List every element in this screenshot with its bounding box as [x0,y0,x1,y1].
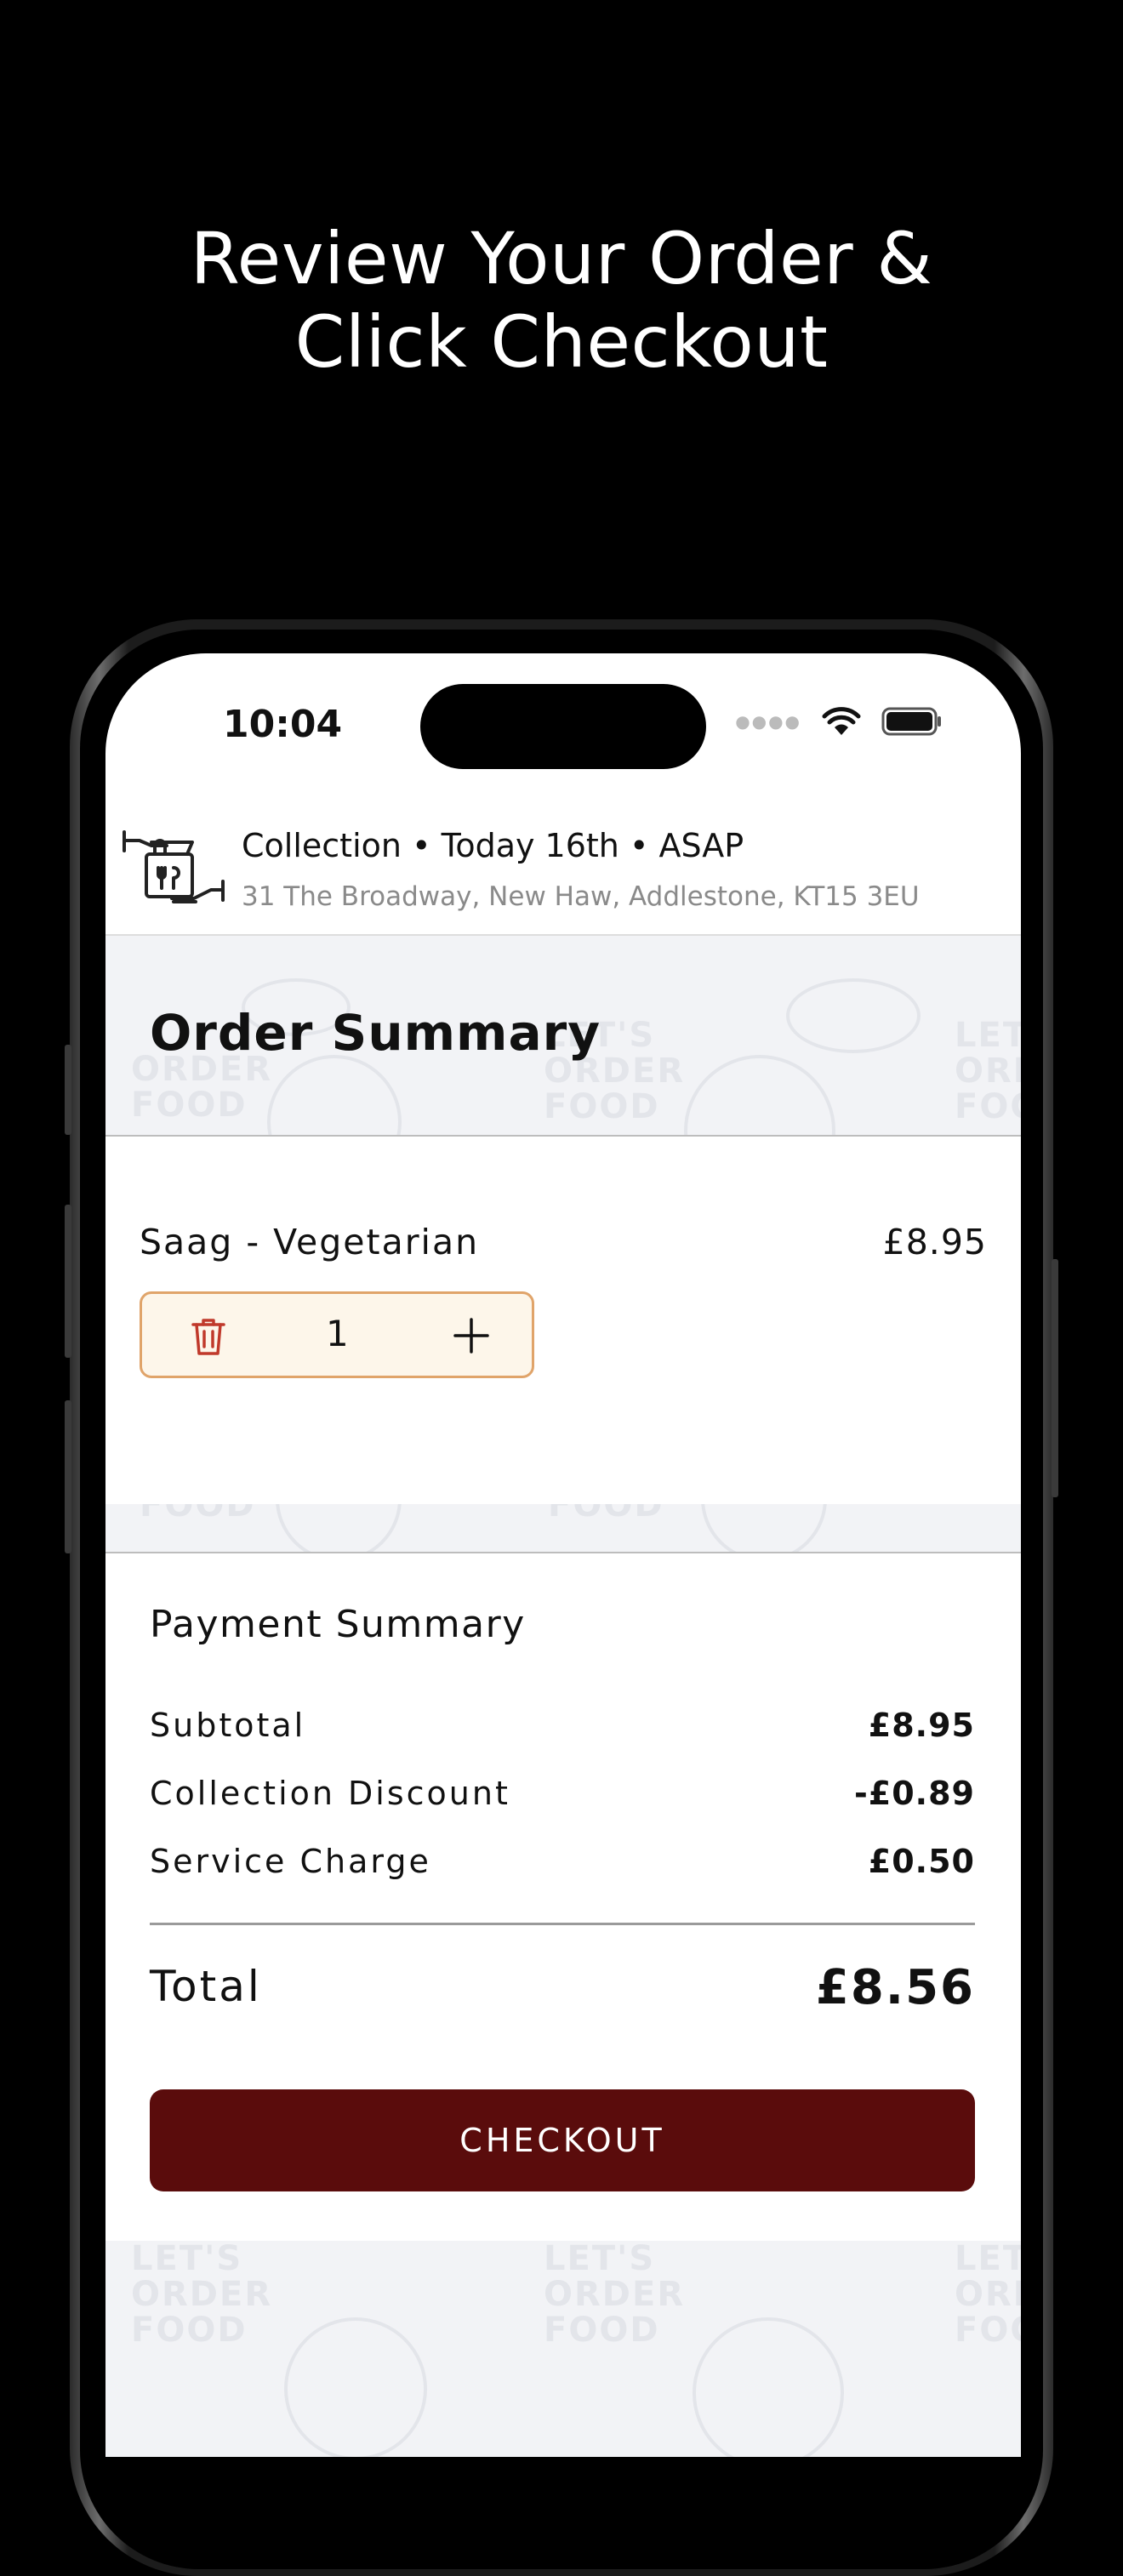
headline-line-1: Review Your Order & [190,217,933,300]
collection-day: Today 16th [441,827,619,864]
bag-handover-icon [123,830,225,903]
quantity-value: 1 [326,1313,349,1354]
side-button-volume-down [65,1400,71,1553]
quantity-stepper: 1 [140,1291,534,1378]
dynamic-island [420,684,706,769]
plus-icon[interactable] [452,1316,491,1355]
side-button-action [65,1045,71,1135]
wifi-icon [822,707,861,735]
battery-icon [881,707,941,736]
payment-summary-title: Payment Summary [150,1603,526,1646]
item-price: £8.95 [882,1222,987,1262]
subtotal-row: Subtotal £8.95 [150,1707,975,1749]
separator-dot: • [412,827,442,864]
watermark-logo: FOOD [548,1504,664,1525]
divider [150,1923,975,1925]
subtotal-value: £8.95 [868,1707,975,1744]
discount-value: -£0.89 [854,1775,975,1812]
watermark-logo: FOOD [140,1504,256,1525]
watermark-pizza [701,1504,827,1552]
service-charge-value: £0.50 [868,1843,975,1880]
payment-summary: Payment Summary Subtotal £8.95 Collectio… [105,1552,1021,2243]
watermark-logo: LET'SORDERFOOD [544,2241,686,2350]
watermark-logo: LET'SORDERFOOD [131,2241,273,2350]
watermark-pizza [284,2317,427,2457]
watermark-pizza [276,1504,402,1552]
subtotal-label: Subtotal [150,1707,306,1744]
side-button-power [1052,1259,1058,1497]
watermark-pizza [693,2317,844,2457]
bottom-pattern: LET'SORDERFOOD LET'SORDERFOOD LET'SORDER… [105,2241,1021,2457]
checkout-button[interactable]: CHECKOUT [150,2089,975,2191]
phone-screen: 10:04 ●●●● Collection • Today 16th • ASA… [105,653,1021,2457]
collection-address: 31 The Broadway, New Haw, Addlestone, KT… [242,881,920,912]
order-summary-title: Order Summary [150,1004,601,1062]
order-item-list: Saag - Vegetarian £8.95 1 [105,1135,1021,1506]
watermark-logo: ORDER FOOD [131,1050,273,1125]
status-time: 10:04 [223,703,343,746]
collection-method: Collection [242,827,402,864]
collection-summary: Collection • Today 16th • ASAP [242,827,744,864]
discount-row: Collection Discount -£0.89 [150,1775,975,1817]
separator-dot: • [629,827,659,864]
service-charge-label: Service Charge [150,1843,431,1880]
section-spacer: FOOD FOOD [105,1504,1021,1552]
trash-icon[interactable] [190,1316,227,1357]
signal-dots-icon: ●●●● [735,711,801,732]
watermark-pizza [684,1055,835,1135]
watermark-bowl [786,978,921,1053]
promo-headline: Review Your Order & Click Checkout [0,217,1123,384]
headline-line-2: Click Checkout [294,300,829,384]
watermark-pizza [267,1055,402,1135]
watermark-logo: LET'SORDERFOOD [955,2241,1021,2350]
watermark-logo: LET'SORDERFOOD [955,1016,1021,1126]
collection-time: ASAP [658,827,744,864]
discount-label: Collection Discount [150,1775,510,1812]
side-button-volume-up [65,1205,71,1358]
service-charge-row: Service Charge £0.50 [150,1843,975,1885]
total-label: Total [150,1962,262,2011]
collection-bar[interactable]: Collection • Today 16th • ASAP 31 The Br… [105,806,1021,936]
total-value: £8.56 [815,1960,975,2015]
item-name: Saag - Vegetarian [140,1222,480,1262]
status-icons: ●●●● [735,706,943,737]
